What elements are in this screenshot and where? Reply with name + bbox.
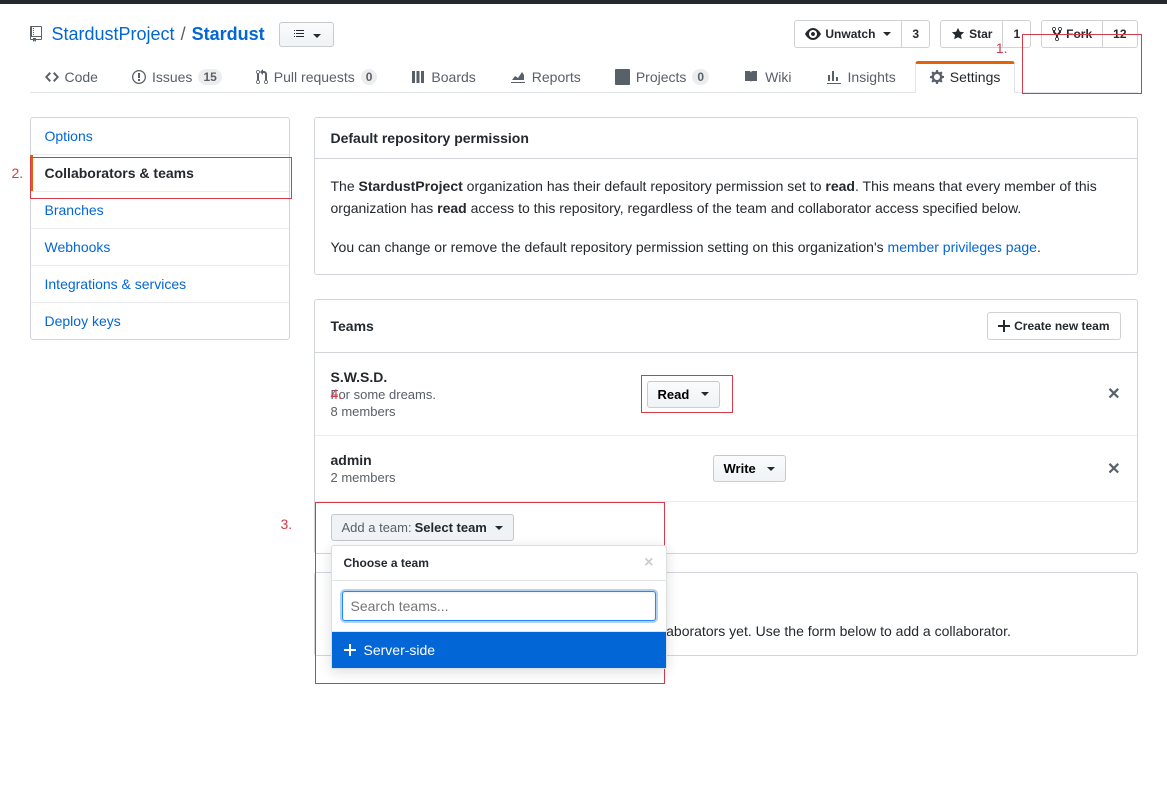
team-option-serverside[interactable]: Server-side: [332, 632, 666, 668]
team-dropdown: Choose a team × Server-side: [331, 545, 667, 669]
sidebar-webhooks[interactable]: Webhooks: [31, 229, 289, 266]
tab-code[interactable]: Code: [30, 61, 113, 93]
sidebar-collaborators[interactable]: Collaborators & teams: [31, 155, 289, 192]
dropdown-heading: Choose a team: [344, 556, 429, 570]
annotation-3: 3.: [281, 516, 293, 532]
tab-pullrequests[interactable]: Pull requests 0: [241, 61, 393, 93]
tab-projects[interactable]: Projects 0: [600, 61, 724, 93]
repo-icon: [30, 26, 46, 42]
fork-button[interactable]: Fork: [1041, 20, 1103, 48]
add-team-button[interactable]: Add a team: Select team: [331, 514, 514, 541]
team-search-input[interactable]: [342, 591, 656, 621]
team-permission-select[interactable]: Write: [713, 455, 787, 482]
teams-heading: Teams: [331, 318, 374, 334]
repo-link[interactable]: Stardust: [192, 24, 265, 44]
watch-count[interactable]: 3: [902, 20, 930, 48]
team-row: S.W.S.D. For some dreams. 8 members 4. R…: [315, 353, 1137, 436]
team-members: 8 members: [331, 404, 631, 419]
tab-boards[interactable]: Boards: [396, 61, 490, 93]
org-link[interactable]: StardustProject: [52, 24, 175, 45]
projects-count: 0: [692, 69, 709, 85]
team-members: 2 members: [331, 470, 631, 485]
slash: /: [181, 24, 186, 45]
team-name[interactable]: admin: [331, 452, 631, 468]
permission-body: The StardustProject organization has the…: [315, 159, 1137, 274]
tab-wiki[interactable]: Wiki: [728, 61, 806, 93]
team-permission-select[interactable]: Read: [647, 381, 720, 408]
unwatch-button[interactable]: Unwatch: [794, 20, 902, 48]
tab-settings[interactable]: Settings: [915, 61, 1016, 93]
tab-insights[interactable]: Insights: [811, 61, 911, 93]
team-name[interactable]: S.W.S.D.: [331, 369, 631, 385]
sidebar-integrations[interactable]: Integrations & services: [31, 266, 289, 303]
list-selector[interactable]: [279, 22, 335, 47]
annotation-2: 2.: [12, 165, 24, 181]
remove-team-button[interactable]: ✕: [1107, 459, 1120, 479]
sidebar-options[interactable]: Options: [31, 118, 289, 155]
create-team-button[interactable]: Create new team: [987, 312, 1120, 340]
remove-team-button[interactable]: ✕: [1107, 384, 1120, 404]
sidebar-deploykeys[interactable]: Deploy keys: [31, 303, 289, 339]
team-desc: For some dreams.: [331, 387, 631, 402]
star-count[interactable]: 1: [1003, 20, 1031, 48]
issues-count: 15: [198, 69, 221, 85]
fork-count[interactable]: 12: [1103, 20, 1137, 48]
member-privileges-link[interactable]: member privileges page: [888, 239, 1037, 255]
pulls-count: 0: [361, 69, 378, 85]
star-button[interactable]: Star: [940, 20, 1003, 48]
tab-reports[interactable]: Reports: [495, 61, 596, 93]
tab-issues[interactable]: Issues 15: [117, 61, 237, 93]
close-icon[interactable]: ×: [644, 554, 653, 572]
permission-heading: Default repository permission: [315, 118, 1137, 159]
sidebar-branches[interactable]: Branches: [31, 192, 289, 229]
team-row: admin 2 members Write ✕: [315, 436, 1137, 502]
